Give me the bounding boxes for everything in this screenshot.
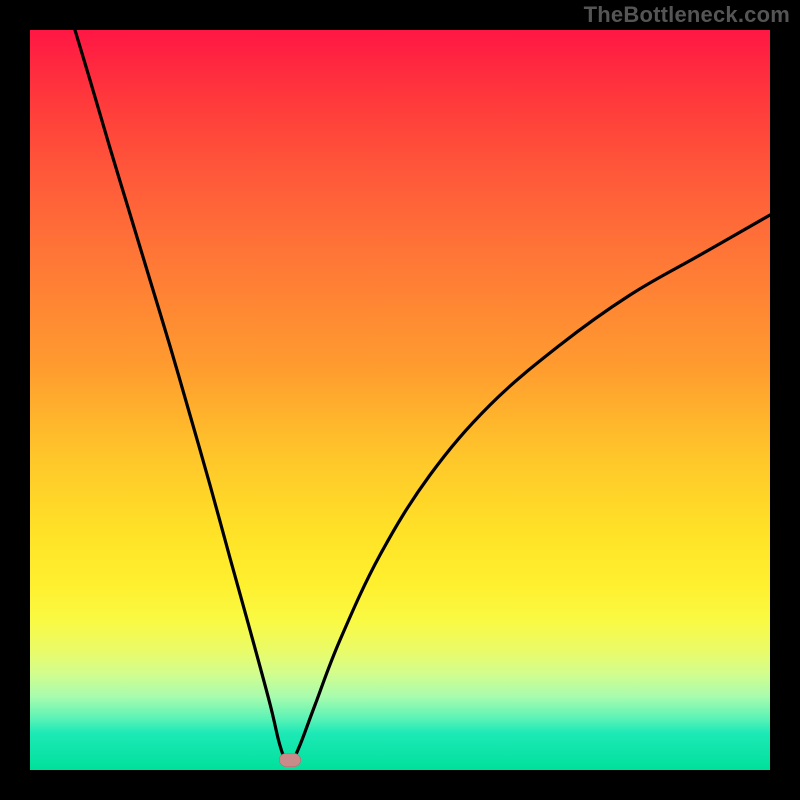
curve-svg bbox=[30, 30, 770, 770]
chart-frame: TheBottleneck.com bbox=[0, 0, 800, 800]
optimal-point-marker bbox=[279, 753, 301, 767]
plot-area bbox=[30, 30, 770, 770]
watermark-text: TheBottleneck.com bbox=[584, 2, 790, 28]
bottleneck-curve bbox=[75, 30, 770, 761]
